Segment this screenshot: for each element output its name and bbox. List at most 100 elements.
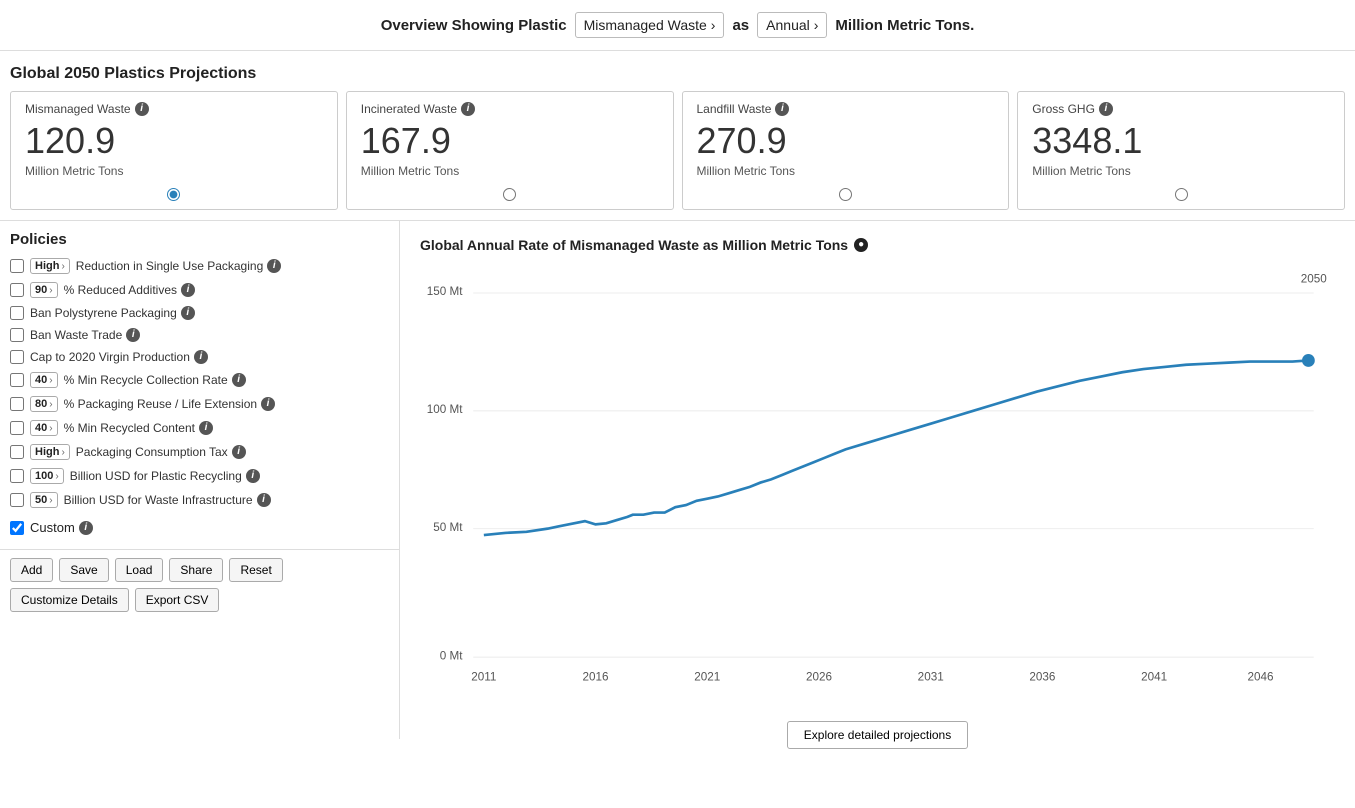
policy-tag-p8[interactable]: 40 › [30,420,58,436]
policy-info-p7[interactable]: i [261,397,275,411]
card-radio-input-ghg[interactable] [1175,188,1188,201]
svg-text:50 Mt: 50 Mt [433,521,463,534]
card-info-icon-incinerated[interactable]: i [461,102,475,116]
policies-panel: Policies High › Reduction in Single Use … [0,221,400,549]
policy-tag-p10[interactable]: 100 › [30,468,64,484]
policy-info-p2[interactable]: i [181,283,195,297]
policy-info-p8[interactable]: i [199,421,213,435]
card-radio-input-landfill[interactable] [839,188,852,201]
btn-share[interactable]: Share [169,558,223,582]
svg-text:2036: 2036 [1029,671,1055,684]
policy-checkbox-p8[interactable] [10,421,24,435]
custom-label[interactable]: Custom i [30,520,93,535]
card-unit-landfill: Million Metric Tons [697,164,995,178]
policy-label-p8: % Min Recycled Content i [64,421,213,435]
policy-checkbox-p2[interactable] [10,283,24,297]
policy-checkbox-p3[interactable] [10,306,24,320]
policy-checkbox-p6[interactable] [10,373,24,387]
policy-label-p11: Billion USD for Waste Infrastructure i [64,493,271,507]
card-label-mismanaged: Mismanaged Waste i [25,102,323,116]
card-radio-ghg[interactable] [1032,188,1330,201]
card-label-incinerated: Incinerated Waste i [361,102,659,116]
policy-row-p7: 80 › % Packaging Reuse / Life Extension … [10,396,389,412]
custom-info-icon[interactable]: i [79,521,93,535]
policy-tag-p6[interactable]: 40 › [30,372,58,388]
policy-tag-p7[interactable]: 80 › [30,396,58,412]
policy-checkbox-p1[interactable] [10,259,24,273]
action-buttons-row1: AddSave LoadShareReset [10,558,389,582]
policy-info-p6[interactable]: i [232,373,246,387]
metric-dropdown[interactable]: Mismanaged Waste › [575,12,725,38]
policy-info-p4[interactable]: i [126,328,140,342]
card-info-icon-ghg[interactable]: i [1099,102,1113,116]
cards-row: Mismanaged Waste i 120.9 Million Metric … [0,91,1355,221]
period-dropdown-value: Annual [766,17,810,33]
policy-label-p9: Packaging Consumption Tax i [76,445,246,459]
policy-tag-p1[interactable]: High › [30,258,70,274]
policy-label-p10: Billion USD for Plastic Recycling i [70,469,260,483]
section-title: Global 2050 Plastics Projections [0,51,1355,91]
policy-info-p10[interactable]: i [246,469,260,483]
policy-row-p8: 40 › % Min Recycled Content i [10,420,389,436]
card-radio-landfill[interactable] [697,188,995,201]
policy-tag-p2[interactable]: 90 › [30,282,58,298]
action-buttons-row2: Customize DetailsExport CSV [10,588,389,612]
btn-add[interactable]: Add [10,558,53,582]
policies-title: Policies [10,231,389,248]
card-value-incinerated: 167.9 [361,120,659,162]
policy-row-p1: High › Reduction in Single Use Packaging… [10,258,389,274]
card-info-icon-landfill[interactable]: i [775,102,789,116]
chart-title: Global Annual Rate of Mismanaged Waste a… [420,237,1335,253]
explore-button[interactable]: Explore detailed projections [787,721,968,749]
card-radio-input-incinerated[interactable] [503,188,516,201]
policy-label-p4: Ban Waste Trade i [30,328,140,342]
header-suffix: Million Metric Tons. [835,17,974,34]
stat-card-incinerated[interactable]: Incinerated Waste i 167.9 Million Metric… [346,91,674,210]
stat-card-mismanaged[interactable]: Mismanaged Waste i 120.9 Million Metric … [10,91,338,210]
policy-checkbox-p9[interactable] [10,445,24,459]
period-dropdown-arrow: › [814,17,819,33]
explore-btn-container: Explore detailed projections [420,721,1335,749]
chart-end-dot [1302,354,1315,367]
policy-checkbox-p5[interactable] [10,350,24,364]
btn-load[interactable]: Load [115,558,164,582]
main-layout: Policies High › Reduction in Single Use … [0,221,1355,739]
policy-checkbox-p11[interactable] [10,493,24,507]
card-radio-incinerated[interactable] [361,188,659,201]
svg-text:2011: 2011 [471,671,496,684]
custom-checkbox[interactable] [10,521,24,535]
policy-checkbox-p7[interactable] [10,397,24,411]
policy-info-p11[interactable]: i [257,493,271,507]
policy-info-p9[interactable]: i [232,445,246,459]
policy-row-p2: 90 › % Reduced Additives i [10,282,389,298]
period-dropdown[interactable]: Annual › [757,12,827,38]
policy-label-p1: Reduction in Single Use Packaging i [76,259,281,273]
chart-info-icon[interactable]: ● [854,238,868,252]
policy-row-p10: 100 › Billion USD for Plastic Recycling … [10,468,389,484]
stat-card-landfill[interactable]: Landfill Waste i 270.9 Million Metric To… [682,91,1010,210]
btn-reset[interactable]: Reset [229,558,282,582]
svg-text:2031: 2031 [918,671,944,684]
svg-text:100 Mt: 100 Mt [427,403,463,416]
metric-dropdown-arrow: › [711,17,716,33]
btn-customize-details[interactable]: Customize Details [10,588,129,612]
policy-tag-p11[interactable]: 50 › [30,492,58,508]
policy-tag-p9[interactable]: High › [30,444,70,460]
policy-checkbox-p4[interactable] [10,328,24,342]
btn-export-csv[interactable]: Export CSV [135,588,220,612]
stat-card-ghg[interactable]: Gross GHG i 3348.1 Million Metric Tons [1017,91,1345,210]
bottom-buttons: AddSave LoadShareReset Customize DetailsE… [0,549,399,620]
btn-save[interactable]: Save [59,558,108,582]
card-value-landfill: 270.9 [697,120,995,162]
custom-row: Custom i [10,516,389,539]
policy-info-p1[interactable]: i [267,259,281,273]
card-radio-mismanaged[interactable] [25,188,323,201]
svg-text:2016: 2016 [583,671,609,684]
policy-label-p7: % Packaging Reuse / Life Extension i [64,397,275,411]
svg-text:2021: 2021 [694,671,720,684]
policy-info-p3[interactable]: i [181,306,195,320]
card-info-icon-mismanaged[interactable]: i [135,102,149,116]
card-radio-input-mismanaged[interactable] [167,188,180,201]
policy-checkbox-p10[interactable] [10,469,24,483]
policy-info-p5[interactable]: i [194,350,208,364]
